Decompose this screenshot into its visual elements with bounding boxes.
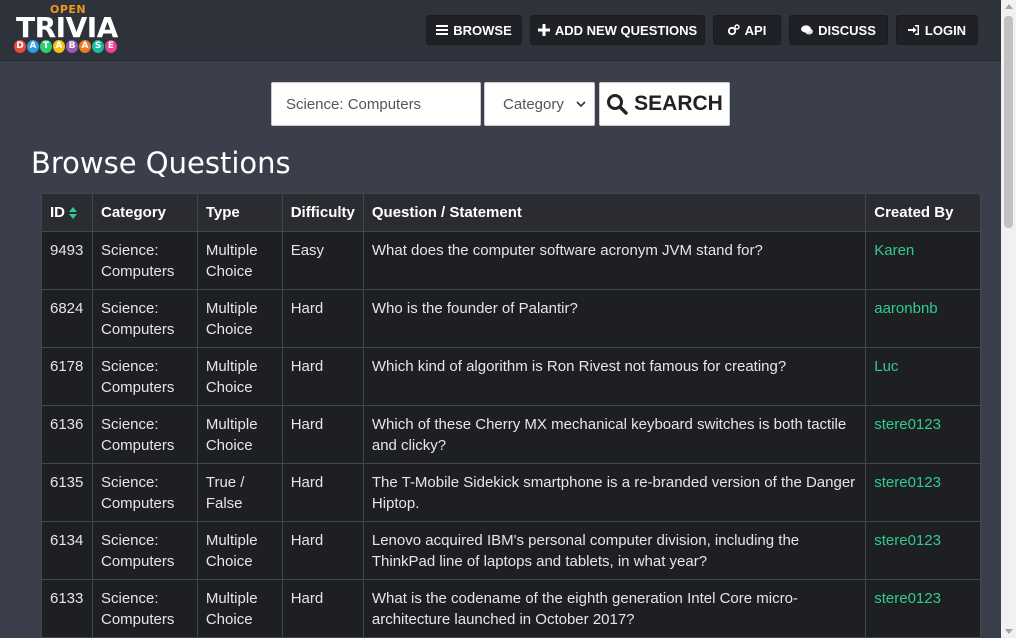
search-icon — [607, 94, 628, 115]
logo-database-letter: T — [40, 40, 52, 53]
site-logo[interactable]: OPEN TRIVIA DATABASE — [14, 3, 129, 57]
cell-id: 6178 — [41, 347, 93, 406]
column-header-type[interactable]: Type — [196, 193, 283, 232]
cell-created-by-link[interactable]: stere0123 — [865, 579, 981, 638]
cell-type: Multiple Choice — [196, 405, 283, 464]
table-row: 9493 Science: Computers Multiple Choice … — [41, 231, 981, 290]
search-input[interactable] — [271, 82, 481, 126]
comments-icon — [801, 25, 814, 35]
cell-category: Science: Computers — [91, 521, 198, 580]
cell-difficulty: Hard — [281, 463, 364, 522]
column-header-id-label: ID — [50, 204, 65, 221]
cell-id: 9493 — [41, 231, 93, 290]
add-new-questions-label: ADD NEW QUESTIONS — [554, 22, 698, 38]
cell-id: 6134 — [41, 521, 93, 580]
cell-category: Science: Computers — [91, 347, 198, 406]
discuss-button[interactable]: DISCUSS — [789, 15, 888, 45]
cell-difficulty: Hard — [281, 521, 364, 580]
cell-type: Multiple Choice — [196, 579, 283, 638]
category-select[interactable]: Category — [484, 82, 595, 126]
logo-database-letter: E — [105, 40, 117, 53]
cell-category: Science: Computers — [91, 231, 198, 290]
cell-type: Multiple Choice — [196, 289, 283, 348]
plus-icon — [537, 24, 550, 36]
table-row: 6178 Science: Computers Multiple Choice … — [41, 347, 981, 406]
table-header-row: ID Category Type Difficulty Question / S… — [41, 193, 981, 232]
sign-in-icon — [907, 25, 919, 35]
list-icon — [436, 25, 449, 35]
cell-question: What does the computer software acronym … — [362, 231, 867, 290]
cell-type: Multiple Choice — [196, 231, 283, 290]
cell-question: Who is the founder of Palantir? — [362, 289, 867, 348]
table-row: 6135 Science: Computers True / False Har… — [41, 463, 981, 522]
table-row: 6824 Science: Computers Multiple Choice … — [41, 289, 981, 348]
scrollbar-thumb[interactable] — [1004, 16, 1013, 228]
cell-difficulty: Easy — [281, 231, 364, 290]
cell-created-by-link[interactable]: stere0123 — [865, 521, 981, 580]
cell-category: Science: Computers — [91, 579, 198, 638]
api-button[interactable]: API — [713, 15, 781, 45]
cell-id: 6824 — [41, 289, 93, 348]
table-row: 6136 Science: Computers Multiple Choice … — [41, 405, 981, 464]
cell-question: Which of these Cherry MX mechanical keyb… — [362, 405, 867, 464]
logo-database-letter: S — [92, 40, 104, 53]
cell-category: Science: Computers — [91, 463, 198, 522]
cell-id: 6133 — [41, 579, 93, 638]
cell-difficulty: Hard — [281, 579, 364, 638]
cell-id: 6135 — [41, 463, 93, 522]
logo-database-letter: A — [27, 40, 39, 53]
scroll-down-icon[interactable] — [1005, 629, 1013, 634]
column-header-id[interactable]: ID — [41, 193, 93, 232]
add-new-questions-button[interactable]: ADD NEW QUESTIONS — [530, 15, 705, 45]
cell-created-by-link[interactable]: Luc — [865, 347, 981, 406]
login-button[interactable]: LOGIN — [896, 15, 978, 45]
logo-database-letter: A — [53, 40, 65, 53]
cell-created-by-link[interactable]: stere0123 — [865, 405, 981, 464]
cell-created-by-link[interactable]: Karen — [865, 231, 981, 290]
table-row: 6133 Science: Computers Multiple Choice … — [41, 579, 981, 638]
column-header-category[interactable]: Category — [91, 193, 198, 232]
chevron-down-icon — [576, 101, 586, 108]
scroll-up-icon[interactable] — [1005, 4, 1013, 9]
cogs-icon — [727, 24, 740, 36]
column-header-difficulty[interactable]: Difficulty — [281, 193, 364, 232]
logo-database-letter: A — [79, 40, 91, 53]
page-scrollbar[interactable] — [1001, 0, 1016, 638]
cell-type: Multiple Choice — [196, 347, 283, 406]
logo-database-letter: D — [14, 40, 26, 53]
column-header-created-by[interactable]: Created By — [865, 193, 981, 232]
logo-database-letters: DATABASE — [14, 40, 117, 53]
cell-difficulty: Hard — [281, 289, 364, 348]
cell-id: 6136 — [41, 405, 93, 464]
cell-question: What is the codename of the eighth gener… — [362, 579, 867, 638]
browse-button-label: BROWSE — [453, 22, 512, 38]
cell-created-by-link[interactable]: stere0123 — [865, 463, 981, 522]
column-header-question[interactable]: Question / Statement — [362, 193, 867, 232]
cell-category: Science: Computers — [91, 289, 198, 348]
discuss-button-label: DISCUSS — [818, 22, 876, 38]
search-button[interactable]: SEARCH — [599, 82, 730, 126]
cell-difficulty: Hard — [281, 347, 364, 406]
cell-question: Which kind of algorithm is Ron Rivest no… — [362, 347, 867, 406]
cell-type: Multiple Choice — [196, 521, 283, 580]
sort-icon[interactable] — [68, 207, 78, 220]
questions-table: ID Category Type Difficulty Question / S… — [41, 193, 981, 638]
top-navbar: OPEN TRIVIA DATABASE BROWSE ADD NEW QUES… — [0, 0, 1001, 61]
category-select-value: Category — [503, 95, 564, 113]
cell-question: Lenovo acquired IBM's personal computer … — [362, 521, 867, 580]
api-button-label: API — [744, 22, 767, 38]
search-button-label: SEARCH — [634, 92, 723, 115]
cell-created-by-link[interactable]: aaronbnb — [865, 289, 981, 348]
table-body: 9493 Science: Computers Multiple Choice … — [41, 231, 981, 638]
page-title: Browse Questions — [31, 146, 291, 180]
cell-difficulty: Hard — [281, 405, 364, 464]
browse-button[interactable]: BROWSE — [426, 15, 522, 45]
cell-category: Science: Computers — [91, 405, 198, 464]
table-row: 6134 Science: Computers Multiple Choice … — [41, 521, 981, 580]
cell-type: True / False — [196, 463, 283, 522]
cell-question: The T-Mobile Sidekick smartphone is a re… — [362, 463, 867, 522]
logo-database-letter: B — [66, 40, 78, 53]
login-button-label: LOGIN — [924, 22, 967, 38]
